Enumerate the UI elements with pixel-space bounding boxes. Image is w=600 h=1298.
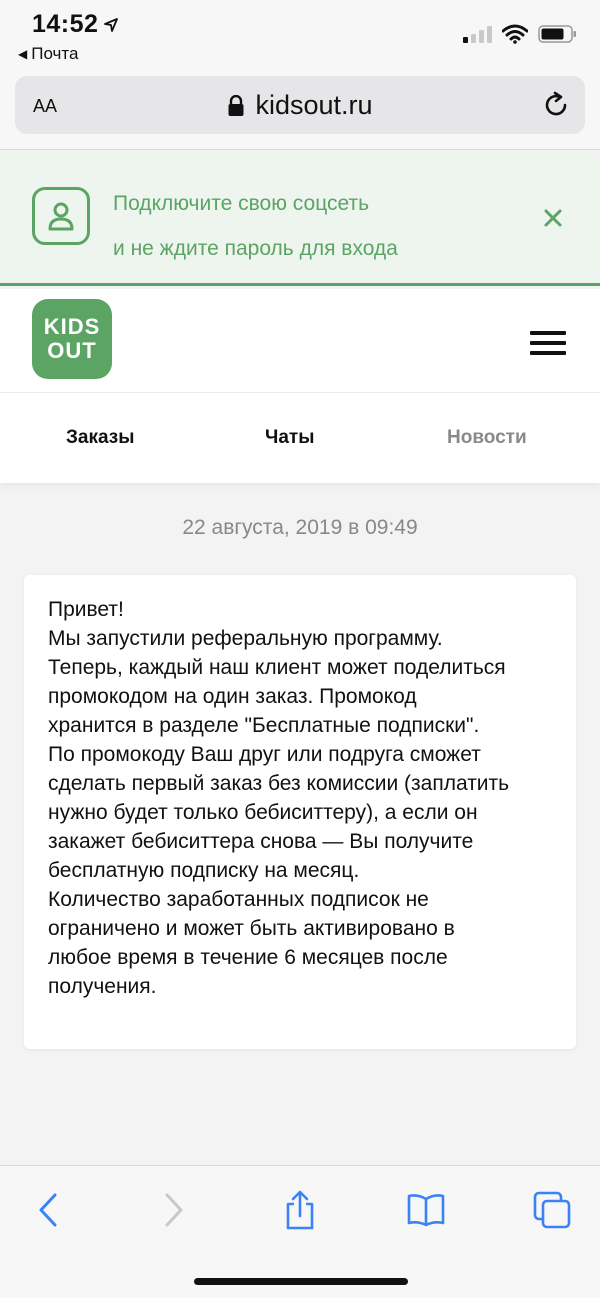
reload-icon[interactable] [541, 90, 571, 120]
message-line: промокодом на один заказ. Промокод [48, 685, 417, 708]
message-line: нужно будет только бебиситтеру), а если … [48, 801, 478, 824]
tab-chats[interactable]: Чаты [265, 427, 314, 449]
banner-line-2: и не ждите пароль для входа [113, 237, 398, 260]
message-line: бесплатную подписку на месяц. [48, 859, 360, 882]
status-bar: 14:52 ◀ Почта [0, 0, 600, 72]
message-line: Мы запустили реферальную программу. [48, 627, 443, 650]
banner-text: Подключите свою соцсеть и не ждите парол… [113, 181, 398, 271]
url-display[interactable]: kidsout.ru [15, 90, 585, 121]
message-line: закажет бебиситтера снова — Вы получите [48, 830, 474, 853]
site-header: KIDS OUT [0, 289, 600, 393]
menu-icon[interactable] [530, 331, 566, 355]
kidsout-logo[interactable]: KIDS OUT [32, 299, 112, 379]
message-line: Количество заработанных подписок не [48, 888, 429, 911]
social-connect-banner[interactable]: Подключите свою соцсеть и не ждите парол… [0, 151, 600, 286]
logo-line-2: OUT [47, 338, 97, 363]
url-text: kidsout.ru [255, 90, 373, 120]
lock-icon [228, 94, 244, 116]
message-line: По промокоду Ваш друг или подруга сможет [48, 743, 481, 766]
browser-toolbar [0, 1165, 600, 1298]
tabs-icon[interactable] [532, 1190, 572, 1230]
cellular-signal-icon [463, 25, 492, 43]
message-date: 22 августа, 2019 в 09:49 [182, 516, 418, 539]
message-card: Привет! Мы запустили реферальную програм… [24, 575, 576, 1049]
status-time: 14:52 [32, 10, 119, 39]
address-bar[interactable]: AA kidsout.ru [15, 76, 585, 134]
close-icon[interactable] [543, 208, 563, 228]
logo-line-1: KIDS [43, 314, 101, 339]
back-to-app-link[interactable]: ◀ Почта [18, 44, 78, 64]
browser-top-bar: AA kidsout.ru [0, 72, 600, 150]
tab-orders[interactable]: Заказы [66, 427, 134, 449]
clock-text: 14:52 [32, 10, 99, 38]
message-line: хранится в разделе "Бесплатные подписки"… [48, 714, 480, 737]
battery-icon [538, 25, 576, 43]
back-triangle-icon: ◀ [18, 47, 28, 61]
bookmarks-icon[interactable] [406, 1190, 446, 1230]
message-line: получения. [48, 975, 157, 998]
message-line: ограничено и может быть активировано в [48, 917, 455, 940]
share-icon[interactable] [280, 1190, 320, 1230]
section-tabs: Заказы Чаты Новости [0, 393, 600, 483]
banner-line-1: Подключите свою соцсеть [113, 192, 370, 215]
back-icon[interactable] [28, 1190, 68, 1230]
back-app-label: Почта [31, 44, 79, 63]
tab-news[interactable]: Новости [447, 427, 527, 449]
status-indicators [463, 24, 578, 44]
forward-icon[interactable] [154, 1190, 194, 1230]
message-line: любое время в течение 6 месяцев после [48, 946, 448, 969]
message-line: Теперь, каждый наш клиент может поделить… [48, 656, 506, 679]
wifi-icon [502, 24, 528, 44]
home-indicator [194, 1278, 408, 1285]
message-line: сделать первый заказ без комиссии (запла… [48, 772, 510, 795]
message-line: Привет! [48, 598, 124, 621]
user-icon [32, 187, 90, 245]
location-arrow-icon [104, 17, 119, 32]
